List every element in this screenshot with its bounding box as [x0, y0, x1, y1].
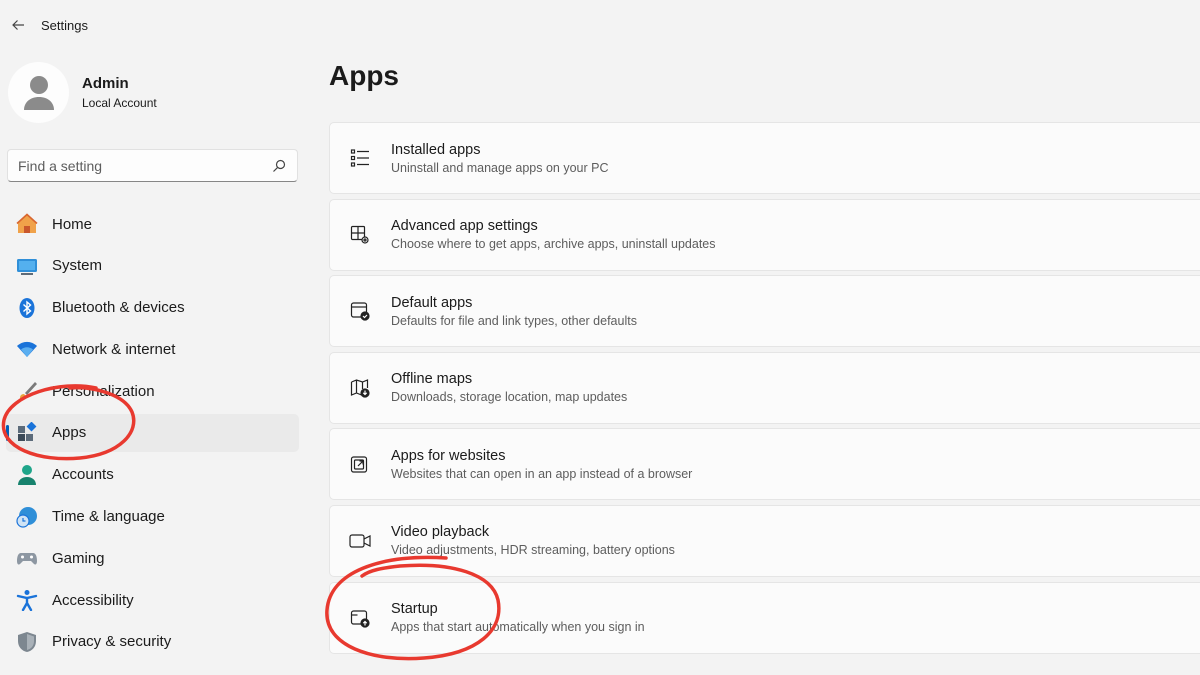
search-icon[interactable]: [271, 158, 287, 174]
card-offline-maps[interactable]: Offline maps Downloads, storage location…: [329, 351, 1200, 424]
sidebar-item-label: Accounts: [52, 466, 114, 484]
sidebar-item-label: System: [52, 257, 103, 275]
card-title: Default apps: [391, 294, 473, 311]
card-title: Apps for websites: [391, 447, 506, 464]
sidebar-item-apps[interactable]: Apps: [6, 413, 299, 452]
sidebar-item-bluetooth[interactable]: Bluetooth & devices: [6, 289, 299, 327]
sidebar-item-privacy[interactable]: Privacy & security: [6, 623, 299, 661]
profile-name: Admin: [82, 75, 129, 92]
accessibility-icon: [16, 589, 38, 612]
search-input[interactable]: [18, 157, 271, 174]
sidebar: Admin Local Account Home System: [0, 50, 310, 675]
map-icon: [349, 377, 371, 399]
page-title: Apps: [329, 60, 399, 91]
person-avatar-icon: [23, 75, 54, 110]
card-description: Video adjustments, HDR streaming, batter…: [391, 543, 675, 558]
account-type: Local Account: [82, 96, 157, 110]
card-title: Offline maps: [391, 371, 473, 388]
card-description: Choose where to get apps, archive apps, …: [391, 237, 716, 252]
sidebar-item-label: Apps: [52, 424, 87, 442]
gamepad-icon: [16, 547, 38, 569]
settings-cards: Installed apps Uninstall and manage apps…: [329, 122, 1200, 658]
brush-icon: [16, 380, 38, 402]
card-video-playback[interactable]: Video playback Video adjustments, HDR st…: [329, 504, 1200, 577]
video-icon: [349, 530, 371, 552]
sidebar-item-label: Personalization: [52, 382, 155, 400]
back-button[interactable]: [4, 11, 32, 39]
card-default-apps[interactable]: Default apps Defaults for file and link …: [329, 275, 1200, 348]
sidebar-item-gaming[interactable]: Gaming: [6, 539, 299, 577]
sidebar-item-label: Accessibility: [52, 591, 134, 609]
card-installed-apps[interactable]: Installed apps Uninstall and manage apps…: [329, 122, 1200, 194]
card-title: Startup: [391, 601, 438, 618]
apps-icon: [16, 421, 38, 444]
sidebar-item-label: Home: [52, 215, 93, 233]
sidebar-item-label: Network & internet: [52, 340, 176, 358]
app-settings-icon: [349, 224, 371, 246]
card-startup[interactable]: Startup Apps that start automatically wh…: [329, 581, 1200, 654]
system-icon: [16, 255, 38, 277]
bluetooth-icon: [16, 297, 38, 319]
default-apps-icon: [349, 300, 371, 322]
sidebar-item-time-language[interactable]: Time & language: [6, 498, 299, 536]
shield-icon: [16, 631, 38, 653]
card-title: Advanced app settings: [391, 218, 538, 235]
person-icon: [16, 464, 38, 486]
arrow-left-icon: [12, 20, 24, 30]
sidebar-nav: Home System Bluetooth & devices Network …: [6, 205, 299, 665]
sidebar-item-home[interactable]: Home: [6, 205, 299, 243]
wifi-icon: [16, 338, 38, 360]
sidebar-item-system[interactable]: System: [6, 247, 299, 285]
sidebar-item-network[interactable]: Network & internet: [6, 330, 299, 368]
window-title: Settings: [41, 17, 88, 33]
active-indicator: [6, 424, 9, 441]
title-bar: Settings: [0, 0, 1200, 50]
sidebar-item-personalization[interactable]: Personalization: [6, 372, 299, 410]
clock-globe-icon: [16, 506, 38, 528]
sidebar-item-accounts[interactable]: Accounts: [6, 456, 299, 494]
avatar: [8, 62, 69, 123]
sidebar-item-label: Privacy & security: [52, 633, 172, 651]
card-apps-for-websites[interactable]: Apps for websites Websites that can open…: [329, 428, 1200, 501]
startup-icon: [349, 607, 371, 629]
sidebar-item-label: Gaming: [52, 549, 105, 567]
card-description: Apps that start automatically when you s…: [391, 620, 645, 635]
sidebar-item-label: Bluetooth & devices: [52, 299, 185, 317]
card-description: Downloads, storage location, map updates: [391, 390, 628, 405]
search-box[interactable]: [7, 149, 298, 182]
card-title: Installed apps: [391, 141, 481, 158]
sidebar-item-accessibility[interactable]: Accessibility: [6, 581, 299, 619]
card-description: Uninstall and manage apps on your PC: [391, 160, 609, 175]
card-advanced-app-settings[interactable]: Advanced app settings Choose where to ge…: [329, 198, 1200, 271]
home-icon: [16, 213, 38, 235]
card-description: Websites that can open in an app instead…: [391, 466, 693, 481]
sidebar-item-label: Time & language: [52, 508, 165, 526]
card-title: Video playback: [391, 524, 490, 541]
card-description: Defaults for file and link types, other …: [391, 313, 637, 328]
profile[interactable]: Admin Local Account: [8, 62, 157, 123]
open-external-icon: [349, 453, 371, 475]
list-icon: [349, 147, 371, 169]
